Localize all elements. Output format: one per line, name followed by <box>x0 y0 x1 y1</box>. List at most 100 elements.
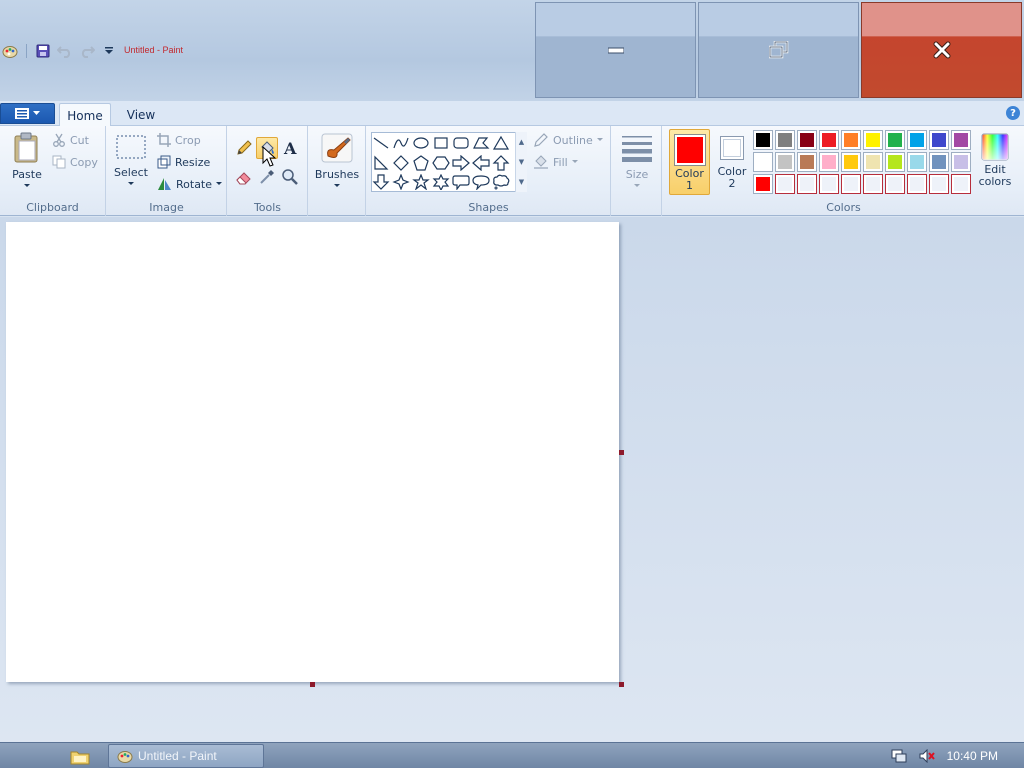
copy-button[interactable]: Copy <box>52 152 98 172</box>
palette-swatch[interactable] <box>885 174 905 194</box>
pentagon-shape[interactable] <box>411 153 431 173</box>
select-button[interactable]: Select <box>113 134 149 186</box>
resize-button[interactable]: Resize <box>157 152 210 172</box>
palette-swatch[interactable] <box>951 174 971 194</box>
line-shape[interactable] <box>371 133 391 153</box>
palette-swatch[interactable] <box>775 130 795 150</box>
oval-shape[interactable] <box>411 133 431 153</box>
cloud-callout-shape[interactable] <box>491 172 511 192</box>
color-1-button[interactable]: Color 1 <box>669 129 710 195</box>
up-arrow-shape[interactable] <box>491 153 511 173</box>
clock[interactable]: 10:40 PM <box>947 749 998 763</box>
volume-muted-icon[interactable] <box>919 749 935 763</box>
rotate-button[interactable]: Rotate <box>157 174 223 194</box>
taskbar-paint-task[interactable]: Untitled - Paint <box>108 744 264 768</box>
redo-icon[interactable] <box>77 41 97 61</box>
palette-swatch[interactable] <box>885 152 905 172</box>
palette-swatch[interactable] <box>819 152 839 172</box>
help-icon[interactable]: ? <box>1006 106 1020 120</box>
canvas-workspace[interactable] <box>0 217 1024 742</box>
tab-view[interactable]: View <box>117 103 165 126</box>
paste-button[interactable]: Paste <box>8 132 46 188</box>
canvas-resize-handle-bottom[interactable] <box>310 682 315 687</box>
fill-dropdown[interactable]: Fill <box>533 152 578 172</box>
palette-swatch[interactable] <box>907 152 927 172</box>
file-explorer-icon[interactable] <box>70 748 90 766</box>
color-picker-tool[interactable] <box>256 166 278 188</box>
canvas-resize-handle-right[interactable] <box>619 450 624 455</box>
chevron-up-icon[interactable]: ▲ <box>519 138 524 146</box>
hexagon-shape[interactable] <box>431 153 451 173</box>
close-button[interactable] <box>861 2 1022 98</box>
palette-swatch[interactable] <box>907 130 927 150</box>
palette-swatch[interactable] <box>797 152 817 172</box>
paint-menu-button[interactable] <box>0 103 55 124</box>
palette-swatch[interactable] <box>929 152 949 172</box>
pencil-tool[interactable] <box>233 137 255 159</box>
palette-swatch[interactable] <box>929 130 949 150</box>
palette-swatch[interactable] <box>753 130 773 150</box>
palette-swatch[interactable] <box>951 130 971 150</box>
palette-swatch[interactable] <box>841 174 861 194</box>
palette-swatch[interactable] <box>797 174 817 194</box>
rectangle-shape[interactable] <box>431 133 451 153</box>
chevron-down-icon[interactable]: ▼ <box>519 158 524 166</box>
palette-swatch[interactable] <box>775 152 795 172</box>
right-arrow-shape[interactable] <box>451 153 471 173</box>
eraser-tool[interactable] <box>233 166 255 188</box>
shapes-group-label: Shapes <box>468 201 509 214</box>
tab-home[interactable]: Home <box>59 103 111 127</box>
four-point-star-shape[interactable] <box>391 172 411 192</box>
six-point-star-shape[interactable] <box>431 172 451 192</box>
palette-swatch[interactable] <box>885 130 905 150</box>
palette-swatch[interactable] <box>841 130 861 150</box>
palette-swatch[interactable] <box>819 174 839 194</box>
right-triangle-shape[interactable] <box>371 153 391 173</box>
palette-swatch[interactable] <box>753 174 773 194</box>
color-2-button[interactable]: Color 2 <box>713 129 751 195</box>
size-button[interactable]: Size <box>618 132 656 188</box>
palette-swatch[interactable] <box>863 130 883 150</box>
palette-swatch[interactable] <box>951 152 971 172</box>
restore-button[interactable] <box>698 2 859 98</box>
brushes-button[interactable]: Brushes <box>315 132 359 188</box>
polygon-shape[interactable] <box>471 133 491 153</box>
outline-dropdown[interactable]: Outline <box>533 130 603 150</box>
diamond-shape[interactable] <box>391 153 411 173</box>
curve-shape[interactable] <box>391 133 411 153</box>
magnifier-tool[interactable] <box>279 166 301 188</box>
triangle-shape[interactable] <box>491 133 511 153</box>
crop-label: Crop <box>175 133 201 147</box>
network-icon[interactable] <box>891 749 907 763</box>
more-shapes-icon[interactable]: ▼ <box>519 178 524 186</box>
minimize-button[interactable] <box>535 2 696 98</box>
palette-swatch[interactable] <box>863 152 883 172</box>
rounded-rectangle-shape[interactable] <box>451 133 471 153</box>
customize-qat-icon[interactable] <box>99 41 119 61</box>
palette-swatch[interactable] <box>841 152 861 172</box>
cut-button[interactable]: Cut <box>52 130 89 150</box>
palette-swatch[interactable] <box>907 174 927 194</box>
palette-swatch[interactable] <box>753 152 773 172</box>
edit-colors-button[interactable]: Edit colors <box>975 132 1015 188</box>
undo-icon[interactable] <box>55 41 75 61</box>
palette-swatch[interactable] <box>929 174 949 194</box>
palette-swatch[interactable] <box>775 174 795 194</box>
palette-swatch-fill <box>844 155 858 169</box>
crop-button[interactable]: Crop <box>157 130 201 150</box>
oval-callout-shape[interactable] <box>471 172 491 192</box>
five-point-star-shape[interactable] <box>411 172 431 192</box>
rounded-callout-shape[interactable] <box>451 172 471 192</box>
palette-swatch-fill <box>932 155 946 169</box>
shapes-gallery-scroll[interactable]: ▲ ▼ ▼ <box>515 132 527 192</box>
text-tool[interactable]: A <box>279 137 301 159</box>
drawing-canvas[interactable] <box>6 222 619 682</box>
canvas-resize-handle-corner[interactable] <box>619 682 624 687</box>
palette-swatch[interactable] <box>819 130 839 150</box>
left-arrow-shape[interactable] <box>471 153 491 173</box>
paint-app-icon[interactable] <box>0 41 20 61</box>
palette-swatch[interactable] <box>863 174 883 194</box>
save-icon[interactable] <box>33 41 53 61</box>
palette-swatch[interactable] <box>797 130 817 150</box>
down-arrow-shape[interactable] <box>371 172 391 192</box>
